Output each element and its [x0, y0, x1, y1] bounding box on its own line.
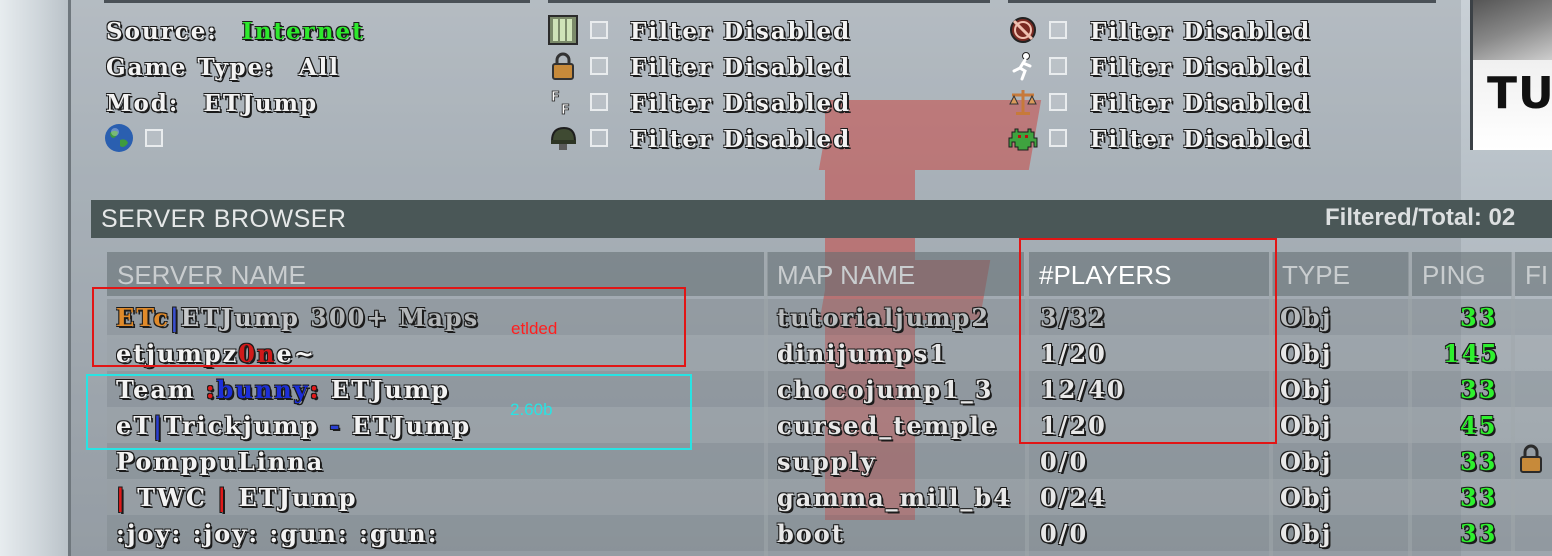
source-value: Internet — [241, 18, 365, 45]
ping-cell: 145 — [1443, 339, 1500, 368]
globe-icon — [105, 124, 133, 152]
globe-checkbox[interactable] — [145, 129, 163, 147]
mod-filter[interactable]: Mod: ETJump — [106, 90, 318, 117]
server-name-cell: | TWC | ETJump — [116, 483, 358, 512]
map-name-cell: cursed_temple — [777, 411, 999, 440]
runner-icon — [1012, 52, 1032, 81]
filter-disabled-8: Filter Disabled — [1090, 126, 1312, 153]
gametype-label: Game Type: — [106, 54, 275, 81]
filter-checkbox-4[interactable] — [590, 129, 608, 147]
filter-checkbox-2[interactable] — [590, 57, 608, 75]
column-divider — [1511, 252, 1515, 556]
column-map-name[interactable]: MAP NAME — [767, 252, 1024, 296]
type-cell: Obj — [1280, 339, 1333, 368]
filter-disabled-3: Filter Disabled — [630, 90, 852, 117]
helmet-icon — [550, 126, 577, 150]
ping-cell: 45 — [1460, 411, 1498, 440]
friendly-fire-icon: F F — [551, 90, 571, 117]
background-left — [0, 0, 70, 556]
divider — [104, 0, 530, 3]
source-label: Source: — [106, 18, 218, 45]
filter-checkbox-6[interactable] — [1049, 57, 1067, 75]
map-name-cell: dinijumps1 — [777, 339, 948, 368]
filter-disabled-7: Filter Disabled — [1090, 90, 1312, 117]
type-cell: Obj — [1280, 411, 1333, 440]
source-filter[interactable]: Source: Internet — [106, 18, 365, 45]
ping-cell: 33 — [1460, 519, 1498, 548]
annotation-box-players — [1019, 238, 1277, 444]
svg-text:F: F — [561, 103, 570, 117]
gametype-filter[interactable]: Game Type: All — [106, 54, 340, 81]
filter-checkbox-7[interactable] — [1049, 93, 1067, 111]
gametype-value: All — [298, 54, 341, 81]
server-browser-title: SERVER BROWSER — [101, 205, 347, 233]
no-bots-icon — [1010, 17, 1036, 43]
ping-cell: 33 — [1460, 303, 1498, 332]
invader-icon — [1008, 128, 1038, 151]
map-name-cell: boot — [777, 519, 845, 548]
filter-disabled-1: Filter Disabled — [630, 18, 852, 45]
filter-disabled-5: Filter Disabled — [1090, 18, 1312, 45]
column-ping[interactable]: PING — [1412, 252, 1512, 296]
server-name-cell: :joy: :joy: :gun: :gun: — [116, 519, 439, 548]
mod-label: Mod: — [106, 90, 180, 117]
filtered-total-count: Filtered/Total: 02 — [1325, 204, 1516, 231]
map-thumbnail: TUT — [1470, 0, 1552, 150]
filter-disabled-2: Filter Disabled — [630, 54, 852, 81]
map-name-cell: supply — [777, 447, 877, 476]
scales-icon — [1009, 90, 1037, 115]
type-cell: Obj — [1280, 447, 1333, 476]
players-cell: 0/24 — [1040, 483, 1107, 512]
type-cell: Obj — [1280, 303, 1333, 332]
divider — [1008, 0, 1436, 3]
column-divider — [1408, 252, 1412, 556]
type-cell: Obj — [1280, 519, 1333, 548]
column-type[interactable]: TYPE — [1272, 252, 1409, 296]
mod-value: ETJump — [203, 90, 319, 117]
ping-cell: 33 — [1460, 483, 1498, 512]
annotation-label-cyan: 2.60b — [510, 400, 553, 419]
annotation-box-red — [92, 287, 686, 367]
filter-checkbox-5[interactable] — [1049, 21, 1067, 39]
lock-icon — [552, 52, 574, 80]
thumbnail-text: TUT — [1487, 68, 1552, 119]
server-rack-icon — [548, 15, 578, 45]
map-name-cell: chocojump1_3 — [777, 375, 994, 404]
ping-cell: 33 — [1460, 447, 1498, 476]
ping-cell: 33 — [1460, 375, 1498, 404]
divider — [548, 0, 990, 3]
annotation-box-cyan — [86, 374, 692, 450]
filter-disabled-4: Filter Disabled — [630, 126, 852, 153]
lock-icon — [1520, 444, 1542, 473]
type-cell: Obj — [1280, 483, 1333, 512]
map-name-cell: gamma_mill_b4 — [777, 483, 1012, 512]
map-name-cell: tutorialjump2 — [777, 303, 991, 332]
filter-checkbox-8[interactable] — [1049, 129, 1067, 147]
filter-checkbox-1[interactable] — [590, 21, 608, 39]
column-divider — [764, 252, 768, 556]
filter-checkbox-3[interactable] — [590, 93, 608, 111]
filter-disabled-6: Filter Disabled — [1090, 54, 1312, 81]
annotation-label-red: etlded — [511, 319, 558, 338]
server-name-cell: PomppuLinna — [116, 447, 325, 476]
column-filter[interactable]: FI — [1515, 252, 1552, 296]
type-cell: Obj — [1280, 375, 1333, 404]
svg-text:F: F — [551, 90, 560, 105]
players-cell: 0/0 — [1040, 519, 1089, 548]
players-cell: 0/0 — [1040, 447, 1089, 476]
